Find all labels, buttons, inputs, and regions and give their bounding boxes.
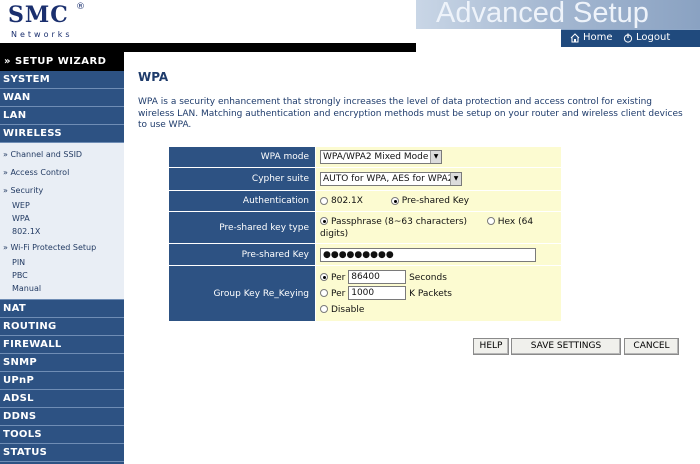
sidebar-item-wan[interactable]: WAN (0, 89, 124, 107)
wpa-mode-select[interactable]: WPA/WPA2 Mixed Mode ▼ (320, 150, 442, 164)
help-button[interactable]: HELP (473, 338, 509, 355)
sidebar-item-pbc[interactable]: PBC (0, 269, 124, 282)
seconds-unit: Seconds (409, 272, 447, 283)
sidebar-item-wps[interactable]: » Wi-Fi Protected Setup (0, 238, 124, 256)
psk-passphrase-radio[interactable] (320, 217, 328, 225)
sidebar-item-firewall[interactable]: FIREWALL (0, 336, 124, 354)
rekey-per-label-1: Per (331, 272, 346, 283)
sidebar-item-tools[interactable]: TOOLS (0, 426, 124, 444)
header: SMC ® Networks Advanced Setup Home Logou… (0, 0, 700, 52)
group-rekey-label: Group Key Re_Keying (168, 265, 316, 322)
sidebar-item-routing[interactable]: ROUTING (0, 318, 124, 336)
chevron-down-icon: ▼ (450, 173, 461, 185)
sidebar-item-status[interactable]: STATUS (0, 444, 124, 462)
sidebar-item-nat[interactable]: NAT (0, 300, 124, 318)
logo-subtitle: Networks (11, 30, 73, 39)
cancel-button[interactable]: CANCEL (624, 338, 679, 355)
smc-logo: SMC (8, 2, 69, 28)
home-icon (570, 32, 580, 42)
sidebar-item-manual[interactable]: Manual (0, 282, 124, 295)
psk-label: Pre-shared Key (168, 243, 316, 266)
sidebar-item-channel-ssid[interactable]: » Channel and SSID (0, 145, 124, 163)
wpa-mode-value: WPA/WPA2 Mixed Mode (323, 152, 429, 162)
rekey-packets-input[interactable]: 1000 (348, 286, 407, 300)
wireless-submenu: » Channel and SSID » Access Control » Se… (0, 143, 124, 300)
rekey-packets-radio[interactable] (320, 289, 328, 297)
top-bar (0, 43, 416, 52)
sidebar-item-wpa[interactable]: WPA (0, 212, 124, 225)
sidebar: » SETUP WIZARD SYSTEM WAN LAN WIRELESS »… (0, 52, 124, 464)
rekey-seconds-radio[interactable] (320, 273, 328, 281)
sidebar-item-system[interactable]: SYSTEM (0, 71, 124, 89)
psk-input[interactable]: ●●●●●●●●● (320, 247, 536, 262)
registered-mark: ® (76, 2, 85, 12)
sidebar-item-access-control[interactable]: » Access Control (0, 163, 124, 181)
cypher-suite-select[interactable]: AUTO for WPA, AES for WPA2 ▼ (320, 172, 462, 186)
page-description: WPA is a security enhancement that stron… (138, 97, 683, 130)
page: SMC ® Networks Advanced Setup Home Logou… (0, 0, 700, 464)
sidebar-item-wireless[interactable]: WIRELESS (0, 125, 124, 143)
chevron-down-icon: ▼ (430, 151, 441, 163)
sidebar-item-snmp[interactable]: SNMP (0, 354, 124, 372)
authentication-label: Authentication (168, 190, 316, 212)
main-content: WPA WPA is a security enhancement that s… (124, 52, 700, 464)
sidebar-item-lan[interactable]: LAN (0, 107, 124, 125)
sidebar-item-8021x[interactable]: 802.1X (0, 225, 124, 238)
wpa-settings-form: WPA mode WPA/WPA2 Mixed Mode ▼ Cypher su… (168, 146, 562, 322)
cypher-suite-label: Cypher suite (168, 167, 316, 191)
sidebar-item-ddns[interactable]: DDNS (0, 408, 124, 426)
rekey-seconds-input[interactable]: 86400 (348, 270, 407, 284)
banner-title: Advanced Setup (436, 0, 649, 29)
auth-8021x-radio[interactable] (320, 196, 328, 205)
rekey-per-label-2: Per (331, 288, 346, 299)
home-label: Home (583, 32, 613, 43)
wpa-mode-label: WPA mode (168, 146, 316, 168)
page-title: WPA (138, 70, 169, 84)
sidebar-item-pin[interactable]: PIN (0, 256, 124, 269)
sidebar-item-setup-wizard[interactable]: » SETUP WIZARD (0, 52, 124, 71)
logout-link[interactable]: Logout (623, 32, 670, 43)
save-settings-button[interactable]: SAVE SETTINGS (511, 338, 621, 355)
auth-psk-label: Pre-shared Key (401, 196, 470, 206)
logout-label: Logout (636, 32, 671, 43)
rekey-disable-radio[interactable] (320, 305, 328, 313)
top-nav: Home Logout (561, 29, 700, 47)
sidebar-item-wep[interactable]: WEP (0, 199, 124, 212)
psk-hex-radio[interactable] (486, 217, 495, 225)
home-link[interactable]: Home (570, 32, 613, 43)
rekey-disable-label: Disable (331, 304, 365, 315)
sidebar-item-adsl[interactable]: ADSL (0, 390, 124, 408)
cypher-suite-value: AUTO for WPA, AES for WPA2 (323, 174, 454, 184)
banner: Advanced Setup (416, 0, 700, 29)
logout-icon (623, 33, 633, 43)
sidebar-item-security[interactable]: » Security (0, 181, 124, 199)
packets-unit: K Packets (409, 288, 452, 299)
auth-psk-radio[interactable] (390, 196, 399, 205)
psk-type-label: Pre-shared key type (168, 211, 316, 244)
psk-passphrase-label: Passphrase (8~63 characters) (331, 216, 468, 227)
auth-8021x-label: 802.1X (331, 196, 363, 206)
sidebar-item-upnp[interactable]: UPnP (0, 372, 124, 390)
